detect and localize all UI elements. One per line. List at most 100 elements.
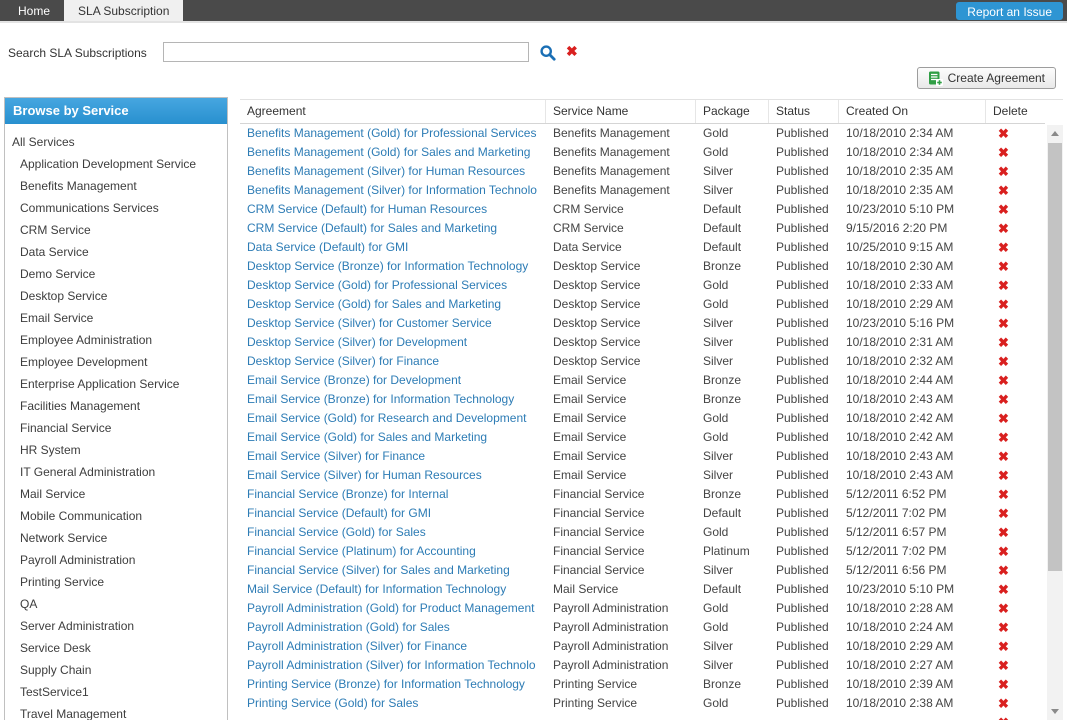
sidebar-item[interactable]: Travel Management <box>5 703 227 720</box>
delete-icon[interactable]: ✖ <box>986 561 1045 580</box>
delete-icon[interactable]: ✖ <box>986 447 1045 466</box>
delete-icon[interactable]: ✖ <box>986 219 1045 238</box>
agreement-link[interactable]: Email Service (Silver) for Human Resourc… <box>240 466 546 485</box>
sidebar-item[interactable]: Service Desk <box>5 637 227 659</box>
sidebar-item[interactable]: Facilities Management <box>5 395 227 417</box>
sidebar-item[interactable]: Network Service <box>5 527 227 549</box>
delete-icon[interactable]: ✖ <box>986 295 1045 314</box>
agreement-link[interactable]: Email Service (Bronze) for Development <box>240 371 546 390</box>
clear-search-icon[interactable]: ✖ <box>566 42 578 60</box>
delete-icon[interactable]: ✖ <box>986 352 1045 371</box>
sidebar-item[interactable]: Supply Chain <box>5 659 227 681</box>
agreement-link[interactable]: Financial Service (Bronze) for Internal <box>240 485 546 504</box>
sidebar-item[interactable]: Mail Service <box>5 483 227 505</box>
delete-icon[interactable]: ✖ <box>986 694 1045 713</box>
delete-icon[interactable]: ✖ <box>986 675 1045 694</box>
tab-sla-subscription[interactable]: SLA Subscription <box>64 0 183 21</box>
sidebar-item[interactable]: Communications Services <box>5 197 227 219</box>
column-header-package[interactable]: Package <box>696 100 769 123</box>
agreement-link[interactable]: Financial Service (Gold) for Sales <box>240 523 546 542</box>
delete-icon[interactable]: ✖ <box>986 143 1045 162</box>
delete-icon[interactable]: ✖ <box>986 656 1045 675</box>
delete-icon[interactable]: ✖ <box>986 162 1045 181</box>
delete-icon[interactable]: ✖ <box>986 485 1045 504</box>
agreement-link[interactable]: Desktop Service (Bronze) for Information… <box>240 257 546 276</box>
delete-icon[interactable]: ✖ <box>986 238 1045 257</box>
sidebar-item[interactable]: Financial Service <box>5 417 227 439</box>
sidebar-item[interactable]: All Services <box>5 131 227 153</box>
agreement-link[interactable]: Benefits Management (Gold) for Sales and… <box>240 143 546 162</box>
vertical-scrollbar[interactable] <box>1047 125 1063 720</box>
agreement-link[interactable]: Email Service (Silver) for Finance <box>240 447 546 466</box>
agreement-link[interactable]: Financial Service (Silver) for Sales and… <box>240 561 546 580</box>
agreement-link[interactable]: Benefits Management (Silver) for Informa… <box>240 181 546 200</box>
scrollbar-up-arrow-icon[interactable] <box>1047 125 1063 142</box>
delete-icon[interactable]: ✖ <box>986 314 1045 333</box>
agreement-link[interactable]: Desktop Service (Gold) for Professional … <box>240 276 546 295</box>
agreement-link[interactable]: Printing Service (Gold) for Sales <box>240 694 546 713</box>
agreement-link[interactable]: Desktop Service (Silver) for Finance <box>240 352 546 371</box>
sidebar-item[interactable]: Benefits Management <box>5 175 227 197</box>
delete-icon[interactable]: ✖ <box>986 428 1045 447</box>
sidebar-item[interactable]: Mobile Communication <box>5 505 227 527</box>
delete-icon[interactable]: ✖ <box>986 466 1045 485</box>
agreement-link[interactable]: Payroll Administration (Gold) for Sales <box>240 618 546 637</box>
agreement-link[interactable]: Payroll Administration (Gold) for Produc… <box>240 599 546 618</box>
sidebar-item[interactable]: Enterprise Application Service <box>5 373 227 395</box>
create-agreement-button[interactable]: Create Agreement <box>917 67 1056 89</box>
agreement-link[interactable]: Email Service (Gold) for Research and De… <box>240 409 546 428</box>
sidebar-item[interactable]: Demo Service <box>5 263 227 285</box>
sidebar-item[interactable]: HR System <box>5 439 227 461</box>
sidebar-item[interactable]: Employee Administration <box>5 329 227 351</box>
delete-icon[interactable]: ✖ <box>986 200 1045 219</box>
sidebar-item[interactable]: TestService1 <box>5 681 227 703</box>
column-header-service-name[interactable]: Service Name <box>546 100 696 123</box>
agreement-link[interactable]: Financial Service (Default) for GMI <box>240 504 546 523</box>
agreement-link[interactable]: Payroll Administration (Silver) for Fina… <box>240 637 546 656</box>
column-header-created-on[interactable]: Created On <box>839 100 986 123</box>
scrollbar-thumb[interactable] <box>1048 143 1062 571</box>
sidebar-item[interactable]: Application Development Service <box>5 153 227 175</box>
delete-icon[interactable]: ✖ <box>986 637 1045 656</box>
sidebar-item[interactable]: Email Service <box>5 307 227 329</box>
report-an-issue-button[interactable]: Report an Issue <box>956 2 1063 20</box>
agreement-link[interactable]: Mail Service (Default) for Information T… <box>240 580 546 599</box>
agreement-link[interactable]: Desktop Service (Silver) for Development <box>240 333 546 352</box>
delete-icon[interactable]: ✖ <box>986 257 1045 276</box>
delete-icon[interactable]: ✖ <box>986 124 1045 143</box>
delete-icon[interactable]: ✖ <box>986 523 1045 542</box>
agreement-link[interactable] <box>240 713 546 720</box>
delete-icon[interactable]: ✖ <box>986 599 1045 618</box>
agreement-link[interactable]: Financial Service (Platinum) for Account… <box>240 542 546 561</box>
sidebar-item[interactable]: QA <box>5 593 227 615</box>
delete-icon[interactable]: ✖ <box>986 371 1045 390</box>
delete-icon[interactable]: ✖ <box>986 542 1045 561</box>
agreement-link[interactable]: CRM Service (Default) for Sales and Mark… <box>240 219 546 238</box>
delete-icon[interactable]: ✖ <box>986 390 1045 409</box>
agreement-link[interactable]: Data Service (Default) for GMI <box>240 238 546 257</box>
delete-icon[interactable]: ✖ <box>986 713 1045 720</box>
sidebar-item[interactable]: Data Service <box>5 241 227 263</box>
search-icon[interactable] <box>539 44 557 62</box>
delete-icon[interactable]: ✖ <box>986 580 1045 599</box>
delete-icon[interactable]: ✖ <box>986 504 1045 523</box>
agreement-link[interactable]: Payroll Administration (Silver) for Info… <box>240 656 546 675</box>
sidebar-item[interactable]: Payroll Administration <box>5 549 227 571</box>
delete-icon[interactable]: ✖ <box>986 409 1045 428</box>
column-header-status[interactable]: Status <box>769 100 839 123</box>
search-input[interactable] <box>163 42 529 62</box>
agreement-link[interactable]: Desktop Service (Silver) for Customer Se… <box>240 314 546 333</box>
sidebar-item[interactable]: IT General Administration <box>5 461 227 483</box>
delete-icon[interactable]: ✖ <box>986 618 1045 637</box>
agreement-link[interactable]: CRM Service (Default) for Human Resource… <box>240 200 546 219</box>
tab-home[interactable]: Home <box>4 0 64 21</box>
column-header-agreement[interactable]: Agreement <box>240 100 546 123</box>
delete-icon[interactable]: ✖ <box>986 181 1045 200</box>
agreement-link[interactable]: Email Service (Bronze) for Information T… <box>240 390 546 409</box>
delete-icon[interactable]: ✖ <box>986 276 1045 295</box>
sidebar-item[interactable]: Employee Development <box>5 351 227 373</box>
agreement-link[interactable]: Desktop Service (Gold) for Sales and Mar… <box>240 295 546 314</box>
sidebar-item[interactable]: CRM Service <box>5 219 227 241</box>
agreement-link[interactable]: Email Service (Gold) for Sales and Marke… <box>240 428 546 447</box>
sidebar-item[interactable]: Desktop Service <box>5 285 227 307</box>
